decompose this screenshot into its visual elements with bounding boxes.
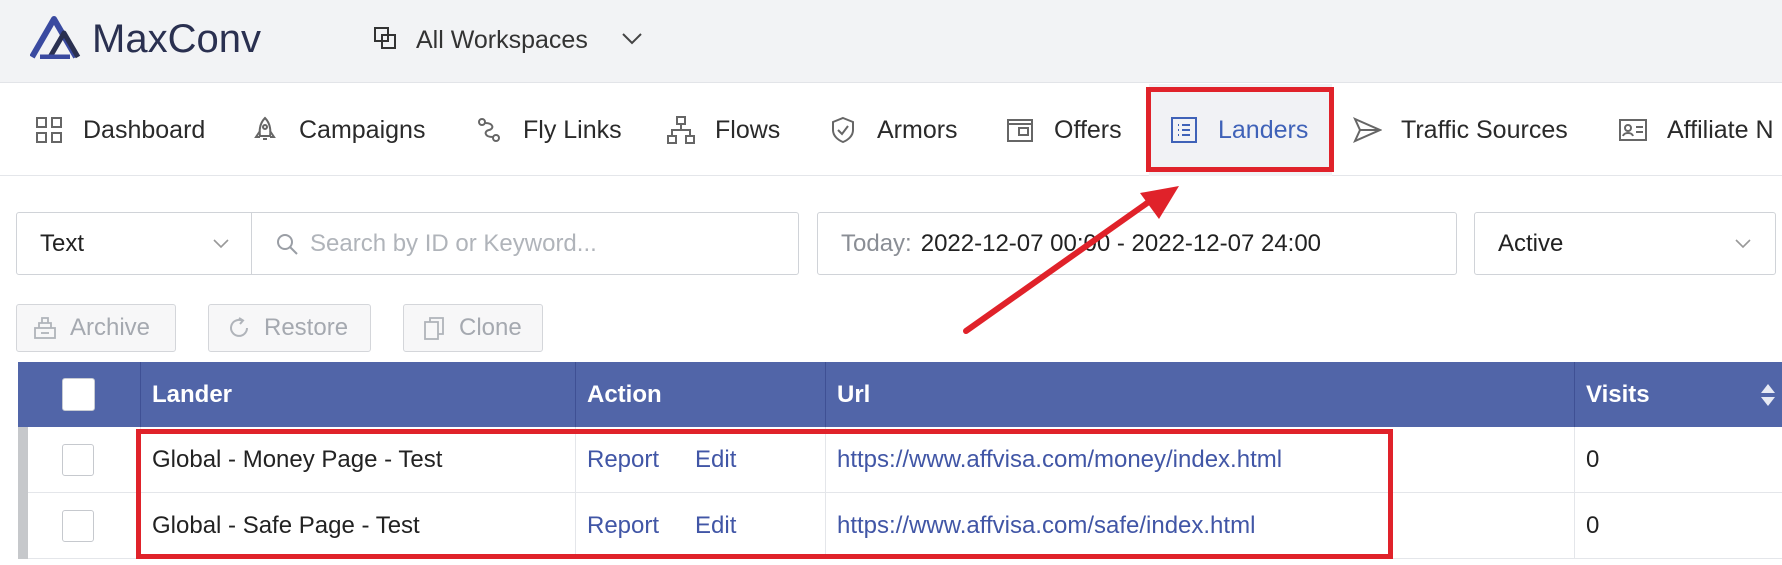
lander-name: Global - Safe Page - Test xyxy=(152,512,420,539)
archive-label: Archive xyxy=(70,314,151,341)
nav-item-dashboard[interactable]: Dashboard xyxy=(34,84,214,176)
nav-item-affiliate-networks[interactable]: Affiliate N xyxy=(1618,84,1782,176)
clone-button[interactable]: Clone xyxy=(403,304,543,352)
lander-name-cell: Global - Safe Page - Test xyxy=(141,493,576,559)
column-header-visits[interactable]: Visits xyxy=(1575,362,1782,427)
nav-label: Landers xyxy=(1218,115,1309,144)
visits-cell: 0 xyxy=(1575,493,1782,559)
clone-icon xyxy=(421,315,447,341)
search-icon xyxy=(252,231,300,257)
lander-name-cell: Global - Money Page - Test xyxy=(141,427,576,493)
nav-label: Affiliate N xyxy=(1667,115,1774,144)
table-row[interactable]: Global - Safe Page - Test Report Edit ht… xyxy=(18,493,1782,559)
clone-label: Clone xyxy=(459,314,522,341)
id-card-icon xyxy=(1618,115,1648,145)
lander-name: Global - Money Page - Test xyxy=(152,446,443,473)
table-header: Lander Action Url Visits xyxy=(18,362,1782,427)
table-row[interactable]: Global - Money Page - Test Report Edit h… xyxy=(18,427,1782,493)
row-checkbox[interactable] xyxy=(62,444,94,476)
column-header-action: Action xyxy=(576,362,826,427)
report-link[interactable]: Report xyxy=(587,446,659,474)
brand-name: MaxConv xyxy=(92,16,261,61)
restore-button[interactable]: Restore xyxy=(208,304,371,352)
archive-icon xyxy=(32,315,58,341)
column-header-url[interactable]: Url xyxy=(826,362,1575,427)
archive-button[interactable]: Archive xyxy=(16,304,176,352)
logo-mark-icon xyxy=(29,15,92,64)
type-select-value: Text xyxy=(40,229,85,257)
type-select[interactable]: Text xyxy=(16,212,252,275)
nav-item-armors[interactable]: Armors xyxy=(828,84,978,176)
nav-label: Flows xyxy=(715,115,781,144)
edit-link[interactable]: Edit xyxy=(695,446,736,474)
date-prefix: Today: xyxy=(841,229,912,257)
offers-icon xyxy=(1005,115,1035,145)
workspace-selector[interactable]: All Workspaces xyxy=(372,18,646,62)
header-select-cell xyxy=(18,362,141,427)
status-select[interactable]: Active xyxy=(1474,212,1776,275)
date-range-picker[interactable]: Today: 2022-12-07 00:00 - 2022-12-07 24:… xyxy=(817,212,1457,275)
report-link[interactable]: Report xyxy=(587,512,659,540)
column-label: Visits xyxy=(1586,380,1650,408)
status-select-value: Active xyxy=(1498,229,1564,257)
search-field[interactable] xyxy=(251,212,799,275)
nav-label: Fly Links xyxy=(523,115,622,144)
nav-label: Campaigns xyxy=(299,115,426,144)
sort-icon[interactable] xyxy=(1758,381,1778,409)
logo[interactable]: MaxConv xyxy=(29,14,261,64)
rocket-icon xyxy=(250,115,280,145)
nav-item-landers[interactable]: Landers xyxy=(1149,84,1332,176)
row-select-cell xyxy=(18,427,141,493)
nav-label: Dashboard xyxy=(83,115,206,144)
shield-check-icon xyxy=(828,115,858,145)
url-cell: https://www.affvisa.com/money/index.html xyxy=(826,427,1575,493)
main-nav: Dashboard Campaigns Fly Links Flows Armo… xyxy=(0,84,1782,176)
lander-url-link[interactable]: https://www.affvisa.com/safe/index.html xyxy=(837,512,1255,540)
top-header: MaxConv All Workspaces xyxy=(0,0,1782,83)
workspaces-icon xyxy=(372,25,398,56)
list-icon xyxy=(1169,115,1199,145)
chevron-down-icon xyxy=(1733,233,1753,258)
column-label: Url xyxy=(837,380,871,408)
select-all-checkbox[interactable] xyxy=(62,378,95,411)
nav-item-campaigns[interactable]: Campaigns xyxy=(250,84,440,176)
send-icon xyxy=(1352,115,1382,145)
nav-label: Offers xyxy=(1054,115,1122,144)
nav-item-offers[interactable]: Offers xyxy=(1005,84,1143,176)
restore-icon xyxy=(226,315,252,341)
action-cell: Report Edit xyxy=(576,493,826,559)
search-input[interactable] xyxy=(310,229,780,258)
restore-label: Restore xyxy=(264,314,349,341)
workspace-label: All Workspaces xyxy=(416,25,588,54)
url-cell: https://www.affvisa.com/safe/index.html xyxy=(826,493,1575,559)
nav-label: Traffic Sources xyxy=(1401,115,1568,144)
visits-value: 0 xyxy=(1586,512,1600,539)
nav-item-flows[interactable]: Flows xyxy=(666,84,796,176)
nav-item-traffic-sources[interactable]: Traffic Sources xyxy=(1352,84,1592,176)
lander-url-link[interactable]: https://www.affvisa.com/money/index.html xyxy=(837,446,1282,474)
row-select-cell xyxy=(18,493,141,559)
visits-value: 0 xyxy=(1586,446,1600,473)
row-checkbox[interactable] xyxy=(62,510,94,542)
column-header-lander[interactable]: Lander xyxy=(141,362,576,427)
flows-icon xyxy=(666,115,696,145)
dashboard-icon xyxy=(34,115,64,145)
chevron-down-icon[interactable] xyxy=(588,24,646,57)
nav-label: Armors xyxy=(877,115,958,144)
column-label: Lander xyxy=(152,380,233,408)
edit-link[interactable]: Edit xyxy=(695,512,736,540)
date-range-value: 2022-12-07 00:00 - 2022-12-07 24:00 xyxy=(920,229,1322,257)
visits-cell: 0 xyxy=(1575,427,1782,493)
nav-item-fly-links[interactable]: Fly Links xyxy=(474,84,644,176)
fly-links-icon xyxy=(474,115,504,145)
chevron-down-icon xyxy=(211,233,231,258)
action-cell: Report Edit xyxy=(576,427,826,493)
column-label: Action xyxy=(587,380,662,408)
